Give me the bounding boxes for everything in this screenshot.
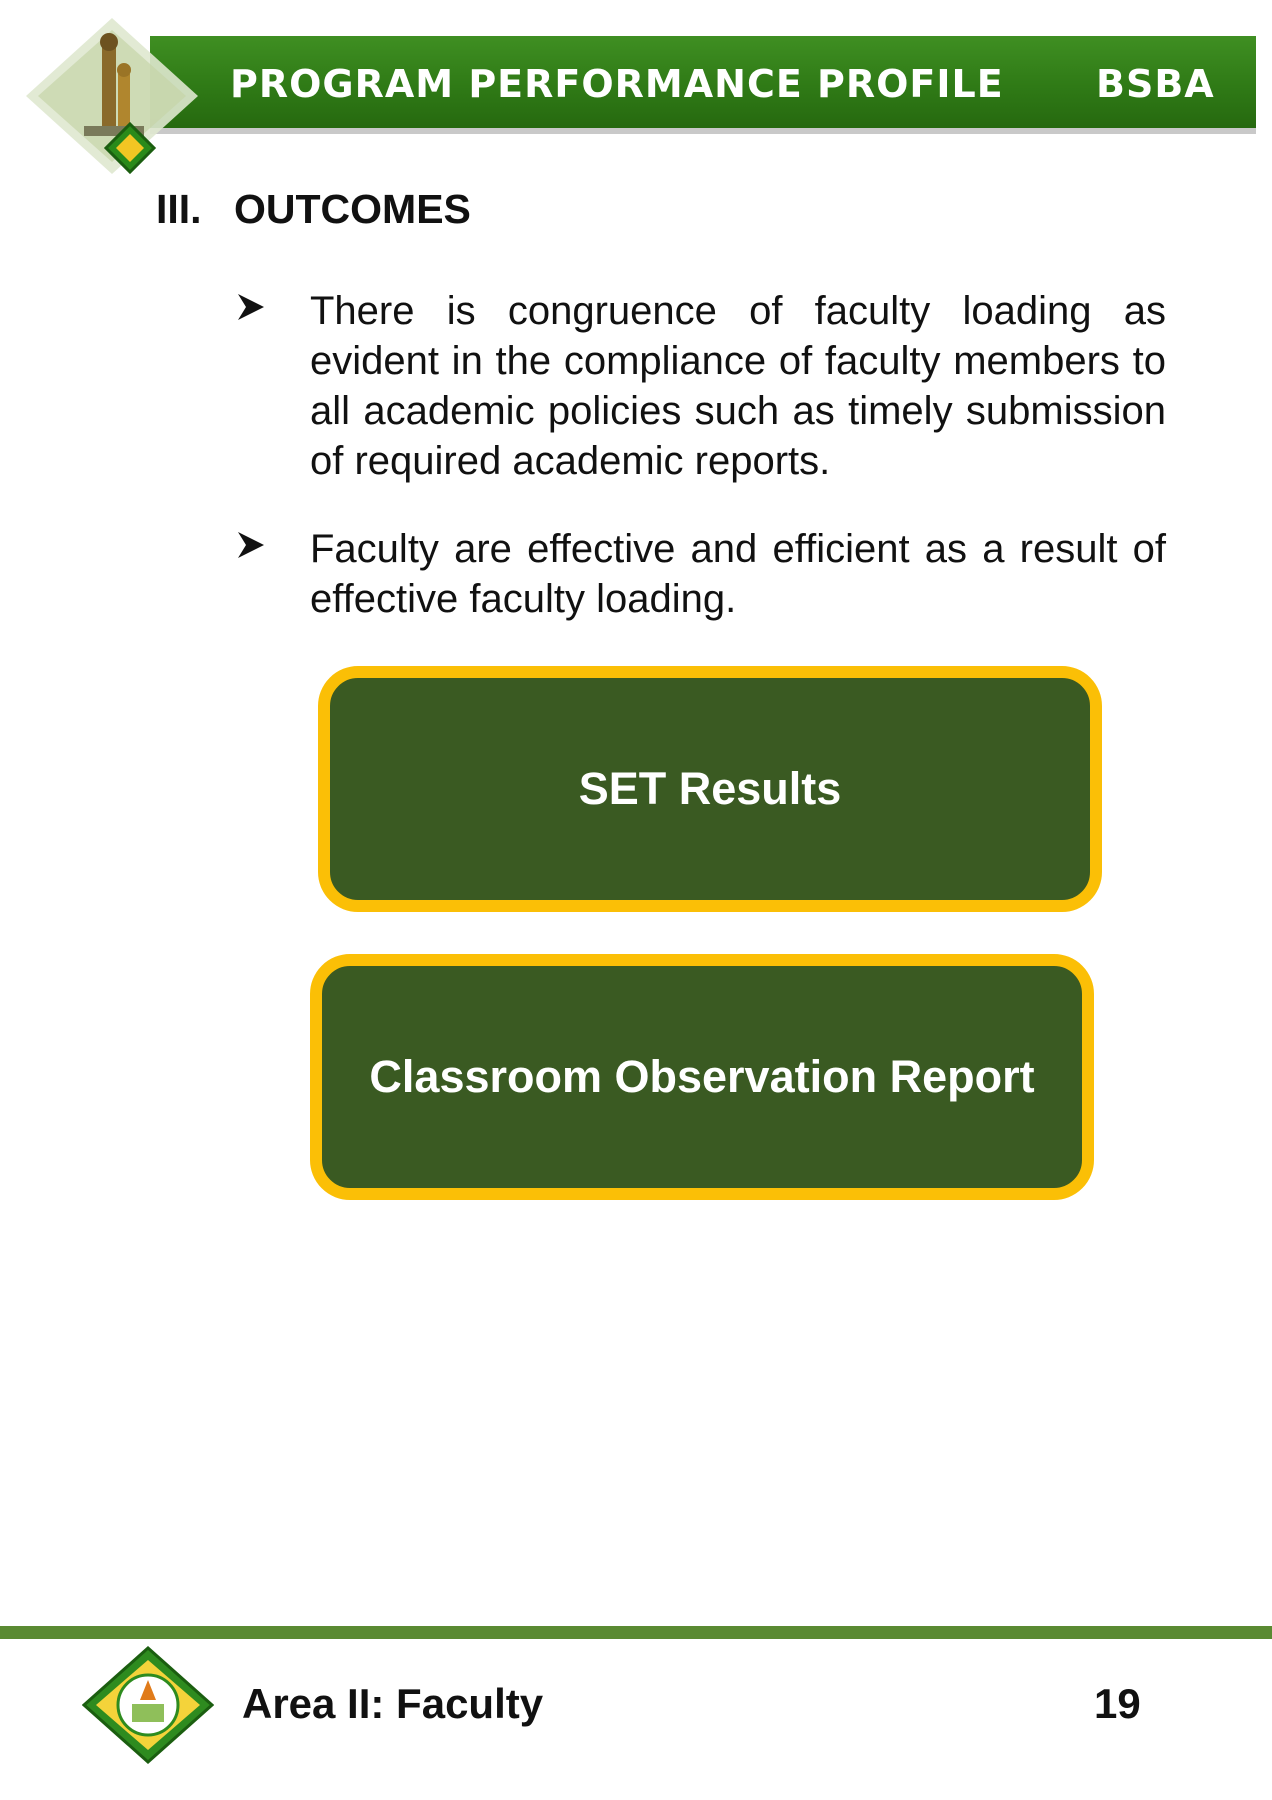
header-title: PROGRAM PERFORMANCE PROFILE bbox=[230, 62, 1004, 106]
page-number: 19 bbox=[1094, 1680, 1141, 1727]
arrow-bullet-icon bbox=[238, 294, 264, 320]
bullet-text: Faculty are effective and efficient as a… bbox=[310, 527, 1166, 621]
bullet-text: There is congruence of faculty loading a… bbox=[310, 289, 1166, 483]
classroom-observation-box: Classroom Observation Report bbox=[310, 954, 1094, 1200]
section-title: OUTCOMES bbox=[234, 186, 471, 232]
section-heading: III. OUTCOMES bbox=[156, 186, 471, 233]
set-results-box: SET Results bbox=[318, 666, 1102, 912]
university-seal-icon bbox=[82, 1646, 214, 1764]
box-label: SET Results bbox=[578, 763, 842, 814]
section-number: III. bbox=[156, 186, 202, 232]
arrow-bullet-icon bbox=[238, 532, 264, 558]
footer-line bbox=[0, 1626, 1272, 1639]
university-logo bbox=[26, 18, 198, 175]
footer-area: Area II: Faculty bbox=[242, 1680, 544, 1727]
box-label: Classroom Observation Report bbox=[369, 1051, 1035, 1102]
program-code: BSBA bbox=[1096, 62, 1215, 106]
